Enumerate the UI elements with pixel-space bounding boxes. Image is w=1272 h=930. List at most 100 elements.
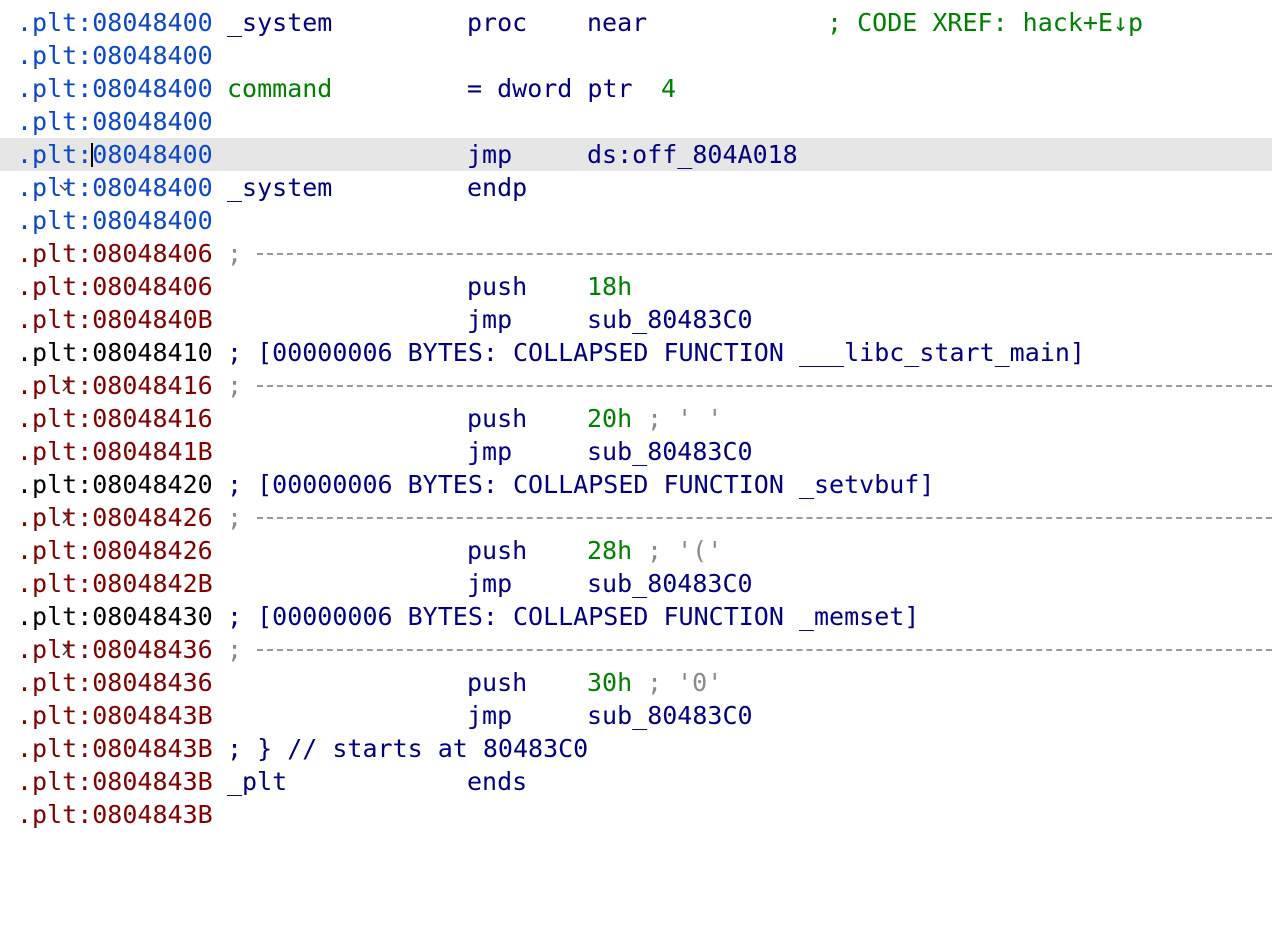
listing-line[interactable]: .plt:08048406 push 18h (0, 270, 1272, 303)
function-name[interactable]: _system (227, 6, 332, 39)
mnemonic: jmp (467, 437, 513, 466)
listing-line[interactable]: .plt:08048436 ; (0, 633, 1272, 666)
operand-number: 28h (587, 536, 633, 565)
address: .plt:0804843B (17, 767, 213, 796)
listing-line[interactable]: .plt:08048400 (0, 39, 1272, 72)
chevron-right-icon[interactable] (0, 468, 69, 524)
collapsed-function-comment[interactable]: ; [00000006 BYTES: COLLAPSED FUNCTION _m… (227, 600, 919, 633)
char-comment: ; '0' (647, 668, 723, 697)
separator-line (257, 385, 1272, 387)
operand-number: 4 (661, 74, 677, 103)
operand[interactable]: ds:off_804A018 (587, 138, 798, 171)
address: .plt:08048426 (17, 536, 213, 565)
listing-line[interactable]: .plt:0804843B (0, 798, 1272, 831)
address: .plt:08048400 (17, 206, 213, 235)
directive: = dword ptr (467, 74, 633, 103)
listing-line-selected[interactable]: .plt:08048400 jmp ds:off_804A018 (0, 138, 1272, 192)
address: .plt:08048400 (17, 41, 213, 70)
address: .plt:08048416 (17, 371, 213, 400)
text-cursor (91, 143, 93, 167)
stack-variable-name[interactable]: command (227, 72, 332, 105)
address: .plt:08048400 (17, 8, 213, 37)
address: .plt:0804843B (17, 800, 213, 829)
address: .plt:0804840B (17, 305, 213, 334)
listing-line[interactable]: .plt:0804841B jmp sub_80483C0 (0, 435, 1272, 468)
segment-end-comment: ; } // starts at 80483C0 (227, 734, 589, 763)
address: .plt:08048436 (17, 668, 213, 697)
listing-line[interactable]: .plt:08048426 ; (0, 501, 1272, 534)
listing-line[interactable]: .plt:0804843B _plt ends (0, 765, 1272, 798)
mnemonic: jmp (467, 305, 513, 334)
operand-label[interactable]: sub_80483C0 (587, 303, 753, 336)
separator-comment: ; (227, 503, 243, 532)
listing-line[interactable]: .plt:08048400 command = dword ptr 4 (0, 72, 1272, 105)
operand-label[interactable]: sub_80483C0 (587, 435, 753, 468)
address: .plt:0804842B (17, 569, 213, 598)
separator-line (257, 649, 1272, 651)
address: .plt:08048400 (17, 138, 213, 171)
chevron-down-icon[interactable] (0, 138, 71, 192)
address: .plt:08048420 (17, 470, 213, 499)
address: .plt:08048416 (17, 404, 213, 433)
listing-line[interactable]: .plt:08048416 push 20h ; ' ' (0, 402, 1272, 435)
operand-label[interactable]: sub_80483C0 (587, 699, 753, 732)
collapsed-function-comment[interactable]: ; [00000006 BYTES: COLLAPSED FUNCTION _s… (227, 468, 934, 501)
listing-line[interactable]: .plt:08048436 push 30h ; '0' (0, 666, 1272, 699)
xref-comment[interactable]: ; CODE XREF: hack+E↓p (827, 6, 1143, 39)
separator-comment: ; (227, 371, 243, 400)
address: .plt:08048430 (17, 602, 213, 631)
address: .plt:08048406 (17, 272, 213, 301)
function-name[interactable]: _system (227, 171, 332, 204)
address: .plt:08048426 (17, 503, 213, 532)
disassembly-listing[interactable]: .plt:08048400 _system proc near ; CODE X… (0, 6, 1272, 831)
operand-number: 30h (587, 668, 633, 697)
listing-line[interactable]: .plt:0804843B jmp sub_80483C0 (0, 699, 1272, 732)
listing-line[interactable]: .plt:08048406 ; (0, 237, 1272, 270)
directive: ends (467, 767, 528, 796)
listing-line[interactable]: .plt:08048400 (0, 204, 1272, 237)
listing-line-collapsed[interactable]: .plt:08048420 ; [00000006 BYTES: COLLAPS… (0, 468, 1272, 524)
mnemonic: push (467, 536, 528, 565)
operand-number: 20h (587, 404, 633, 433)
address: .plt:0804843B (17, 701, 213, 730)
separator-comment: ; (227, 239, 243, 268)
char-comment: ; ' ' (647, 404, 723, 433)
operand: near (587, 8, 648, 37)
listing-line[interactable]: .plt:08048400 _system endp (0, 171, 1272, 204)
address: .plt:0804841B (17, 437, 213, 466)
operand-number: 18h (587, 272, 633, 301)
listing-line[interactable]: .plt:08048416 ; (0, 369, 1272, 402)
listing-line-collapsed[interactable]: .plt:08048410 ; [00000006 BYTES: COLLAPS… (0, 336, 1272, 392)
address: .plt:08048436 (17, 635, 213, 664)
mnemonic: jmp (467, 140, 513, 169)
chevron-right-icon[interactable] (0, 600, 69, 656)
listing-line-collapsed[interactable]: .plt:08048430 ; [00000006 BYTES: COLLAPS… (0, 600, 1272, 656)
mnemonic: push (467, 668, 528, 697)
mnemonic: jmp (467, 569, 513, 598)
segment-name[interactable]: _plt (227, 765, 287, 798)
address: .plt:08048400 (17, 107, 213, 136)
address-segment: .plt: (17, 140, 93, 169)
separator-comment: ; (227, 635, 243, 664)
directive: proc (467, 8, 528, 37)
address: .plt:08048410 (17, 338, 213, 367)
mnemonic: jmp (467, 701, 513, 730)
separator-line (257, 517, 1272, 519)
listing-line[interactable]: .plt:0804842B jmp sub_80483C0 (0, 567, 1272, 600)
address: .plt:0804843B (17, 734, 213, 763)
char-comment: ; '(' (647, 536, 723, 565)
address-offset: 08048400 (92, 140, 213, 169)
mnemonic: push (467, 404, 528, 433)
mnemonic: push (467, 272, 528, 301)
listing-line[interactable]: .plt:08048400 _system proc near ; CODE X… (0, 6, 1272, 39)
chevron-right-icon[interactable] (0, 336, 69, 392)
address: .plt:08048400 (17, 173, 213, 202)
operand-label[interactable]: sub_80483C0 (587, 567, 753, 600)
listing-line[interactable]: .plt:0804843B ; } // starts at 80483C0 (0, 732, 1272, 765)
address: .plt:08048400 (17, 74, 213, 103)
collapsed-function-comment[interactable]: ; [00000006 BYTES: COLLAPSED FUNCTION __… (227, 336, 1085, 369)
listing-line[interactable]: .plt:08048426 push 28h ; '(' (0, 534, 1272, 567)
listing-line[interactable]: .plt:08048400 (0, 105, 1272, 138)
listing-line[interactable]: .plt:0804840B jmp sub_80483C0 (0, 303, 1272, 336)
directive: endp (467, 173, 528, 202)
